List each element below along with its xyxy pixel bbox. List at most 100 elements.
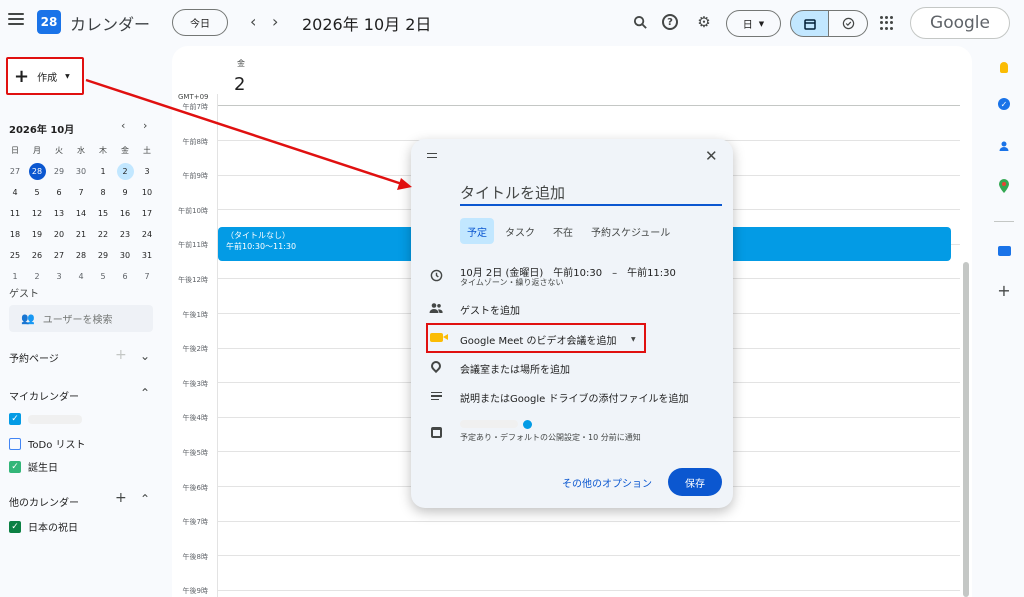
mini-day[interactable]: 17 [136,205,158,222]
mini-day[interactable]: 13 [48,205,70,222]
search-icon[interactable] [630,12,650,32]
mini-day[interactable]: 18 [4,226,26,243]
calendar-color-dot[interactable] [523,420,532,429]
add-google-meet[interactable]: Google Meet のビデオ会議を追加 [460,332,616,347]
checkbox-unchecked[interactable] [9,437,21,450]
add-location[interactable]: 会議室または場所を追加 [460,361,570,376]
redacted-name [28,414,82,424]
gear-icon[interactable]: ⚙ [694,12,714,32]
mini-day[interactable]: 20 [48,226,70,243]
hour-gridline [218,555,960,557]
calendar-item-personal[interactable]: ✓ [9,413,82,425]
user-search-input[interactable]: 👥 ユーザーを検索 [9,305,153,332]
mini-day[interactable]: 12 [26,205,48,222]
add-booking-page-icon[interactable]: + [115,347,127,363]
mini-day[interactable]: 23 [114,226,136,243]
event-title-input[interactable] [460,182,722,206]
add-addon-icon[interactable]: + [996,281,1012,300]
add-description[interactable]: 説明またはGoogle ドライブの添付ファイルを追加 [460,390,688,405]
tab-event[interactable]: 予定 [460,218,494,244]
main-menu-icon[interactable] [8,12,24,26]
today-button[interactable]: 今日 [172,9,228,36]
mini-day[interactable]: 15 [92,205,114,222]
mini-day[interactable]: 25 [4,247,26,264]
mini-day-selected[interactable]: 2 [116,163,134,180]
add-guests[interactable]: ゲストを追加 [460,302,520,317]
mini-day[interactable]: 29 [48,163,70,180]
mini-day[interactable]: 21 [70,226,92,243]
contacts-icon[interactable] [996,138,1012,154]
create-button[interactable]: + 作成 ▼ [6,57,84,95]
mini-day[interactable]: 5 [26,184,48,201]
mini-day[interactable]: 26 [26,247,48,264]
mini-day[interactable]: 10 [136,184,158,201]
chevron-down-icon[interactable]: ⌄ [140,349,150,363]
chevron-left-icon[interactable]: ‹ [250,12,256,31]
mini-day[interactable]: 3 [136,163,158,180]
mini-day[interactable]: 4 [4,184,26,201]
checkbox-checked[interactable]: ✓ [9,520,21,533]
calendar-view-toggle[interactable] [790,10,829,37]
save-button[interactable]: 保存 [668,468,722,496]
checkbox-checked[interactable]: ✓ [9,413,21,425]
mini-day[interactable]: 29 [92,247,114,264]
add-calendar-icon[interactable]: + [115,490,127,506]
mini-day[interactable]: 27 [4,163,26,180]
mini-day[interactable]: 1 [4,268,26,285]
calendar-item-holidays[interactable]: ✓ 日本の祝日 [9,519,78,534]
calendar-item-todo[interactable]: ToDo リスト [9,436,86,451]
mini-day[interactable]: 4 [70,268,92,285]
mini-day-today[interactable]: 28 [28,163,46,180]
calendar-settings-sub[interactable]: 予定あり・デフォルトの公開設定・10 分前に通知 [460,432,641,443]
scrollbar[interactable] [963,262,969,597]
mini-day[interactable]: 6 [48,184,70,201]
maps-icon[interactable] [996,178,1012,194]
chevron-right-icon[interactable]: › [272,12,278,31]
close-icon[interactable]: ✕ [705,147,718,165]
mini-day[interactable]: 7 [136,268,158,285]
chevron-left-icon[interactable]: ‹ [121,119,125,132]
tasks-view-toggle[interactable] [829,10,868,37]
weekday-header: 月 [33,146,41,155]
mini-day[interactable]: 27 [48,247,70,264]
mini-day[interactable]: 30 [114,247,136,264]
mini-day[interactable]: 6 [114,268,136,285]
mini-day[interactable]: 1 [92,163,114,180]
calendar-item-label: 日本の祝日 [28,523,78,534]
chevron-up-icon[interactable]: ⌃ [140,492,150,506]
help-icon[interactable]: ? [660,12,680,32]
drag-handle-icon[interactable] [427,153,437,158]
mini-day[interactable]: 30 [70,163,92,180]
apps-grid-icon[interactable] [880,16,894,30]
chevron-up-icon[interactable]: ⌃ [140,386,150,400]
mini-day[interactable]: 5 [92,268,114,285]
keep-icon[interactable] [996,59,1012,75]
day-number[interactable]: 2 [234,74,245,95]
mini-day[interactable]: 11 [4,205,26,222]
mini-day[interactable]: 9 [114,184,136,201]
mini-day[interactable]: 14 [70,205,92,222]
mini-day[interactable]: 7 [70,184,92,201]
caret-down-icon[interactable]: ▼ [631,336,636,343]
event-datetime-sub[interactable]: タイムゾーン・繰り返さない [460,277,563,288]
tab-out-of-office[interactable]: 不在 [546,218,580,244]
mini-day[interactable]: 28 [70,247,92,264]
mini-day[interactable]: 8 [92,184,114,201]
mini-day[interactable]: 24 [136,226,158,243]
calendar-item-birthdays[interactable]: ✓ 誕生日 [9,459,58,474]
mini-day[interactable]: 16 [114,205,136,222]
mini-day[interactable]: 22 [92,226,114,243]
tasks-icon[interactable]: ✓ [996,96,1012,112]
more-options-button[interactable]: その他のオプション [562,475,652,490]
chevron-right-icon[interactable]: › [143,119,147,132]
mini-day[interactable]: 3 [48,268,70,285]
mini-day[interactable]: 31 [136,247,158,264]
google-account-logo[interactable]: Google [910,7,1010,39]
tab-appointment-schedule[interactable]: 予約スケジュール [584,218,677,244]
tab-task[interactable]: タスク [498,218,542,244]
checkbox-checked[interactable]: ✓ [9,460,21,473]
view-selector[interactable]: 日 ▼ [726,10,781,37]
mini-day[interactable]: 19 [26,226,48,243]
meet-icon[interactable] [996,243,1012,259]
mini-day[interactable]: 2 [26,268,48,285]
